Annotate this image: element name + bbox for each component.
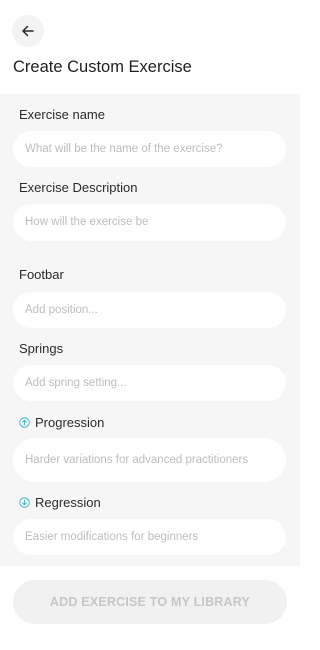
progression-label: Progression bbox=[19, 415, 104, 430]
footbar-label: Footbar bbox=[19, 267, 64, 282]
springs-input[interactable]: Add spring setting... bbox=[13, 365, 286, 401]
exercise-name-placeholder: What will be the name of the exercise? bbox=[25, 142, 223, 155]
arrow-left-icon bbox=[20, 23, 36, 39]
back-button[interactable] bbox=[12, 15, 44, 47]
add-exercise-button[interactable]: ADD EXERCISE TO MY LIBRARY bbox=[13, 580, 287, 624]
footbar-placeholder: Add position... bbox=[25, 303, 98, 316]
progression-label-text: Progression bbox=[35, 415, 105, 430]
regression-label: Regression bbox=[19, 495, 101, 510]
page-title: Create Custom Exercise bbox=[13, 58, 192, 76]
exercise-description-placeholder: How will the exercise be bbox=[25, 216, 149, 228]
springs-placeholder: Add spring setting... bbox=[25, 376, 127, 389]
regression-label-text: Regression bbox=[35, 495, 101, 510]
create-exercise-screen: Create Custom Exercise Exercise name Wha… bbox=[0, 0, 300, 650]
exercise-name-input[interactable]: What will be the name of the exercise? bbox=[13, 131, 286, 167]
regression-input[interactable]: Easier modifications for beginners bbox=[13, 519, 286, 555]
exercise-form: Exercise name What will be the name of t… bbox=[0, 94, 300, 566]
footbar-input[interactable]: Add position... bbox=[13, 292, 286, 328]
exercise-description-input[interactable]: How will the exercise be bbox=[13, 204, 286, 241]
springs-label: Springs bbox=[19, 341, 64, 356]
exercise-name-label: Exercise name bbox=[19, 107, 105, 122]
arrow-down-circle-icon bbox=[19, 497, 30, 508]
regression-placeholder: Easier modifications for beginners bbox=[25, 530, 199, 543]
progression-input[interactable]: Harder variations for advanced practitio… bbox=[13, 438, 286, 482]
arrow-up-circle-icon bbox=[19, 417, 30, 428]
progression-placeholder: Harder variations for advanced practitio… bbox=[25, 453, 249, 466]
exercise-description-label: Exercise Description bbox=[19, 180, 138, 195]
add-exercise-button-label: ADD EXERCISE TO MY LIBRARY bbox=[49, 595, 251, 609]
